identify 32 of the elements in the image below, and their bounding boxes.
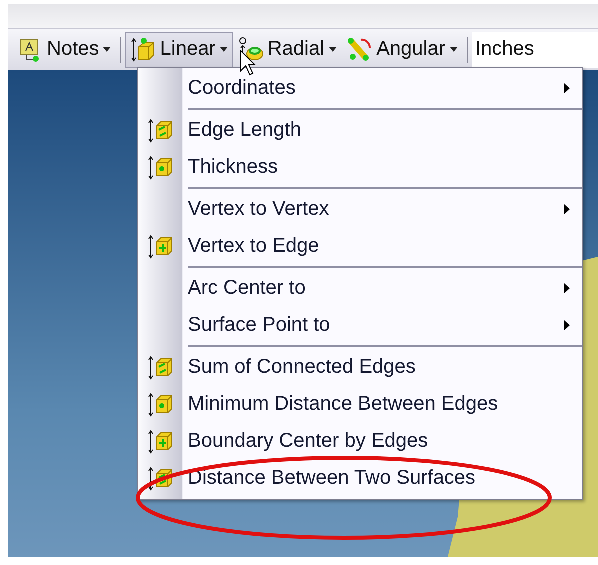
submenu-arrow-icon — [564, 204, 570, 215]
dimension-cube-icon — [147, 466, 175, 492]
caret-icon — [328, 47, 337, 52]
caret-icon — [220, 47, 228, 52]
units-field[interactable]: Inches — [472, 32, 598, 68]
dimension-cube-icon — [147, 234, 175, 260]
menu-item[interactable]: Vertex to Vertex — [138, 191, 582, 228]
submenu-arrow-icon — [564, 283, 570, 294]
dimension-cube-icon — [147, 118, 175, 144]
menu-item[interactable]: Coordinates — [138, 70, 582, 107]
submenu-arrow-icon — [564, 83, 570, 94]
dimension-cube-icon — [147, 354, 175, 380]
toolbar-dropdown-button[interactable]: Angular — [342, 32, 462, 68]
toolbar-dropdown-button[interactable]: Notes — [14, 32, 116, 68]
cube-icon — [130, 36, 156, 62]
menu-item[interactable]: Surface Point to — [138, 307, 582, 344]
menu-item[interactable]: Vertex to Edge — [138, 228, 582, 265]
menu-item[interactable]: Sum of Connected Edges — [138, 349, 582, 386]
submenu-arrow-icon — [564, 320, 570, 331]
toolbar-dropdown-button[interactable]: Linear — [125, 32, 233, 68]
caret-icon — [103, 47, 112, 52]
menu-item[interactable]: Minimum Distance Between Edges — [138, 386, 582, 423]
menu-item[interactable]: Thickness — [138, 149, 582, 186]
dimension-cube-icon — [147, 392, 175, 418]
menu-item[interactable]: Arc Center to — [138, 270, 582, 307]
dimension-cube-icon — [147, 154, 175, 180]
angle-icon — [346, 36, 373, 62]
menu-item[interactable]: Edge Length — [138, 112, 582, 149]
menu-item[interactable]: Distance Between Two Surfaces — [138, 460, 582, 497]
menu-item[interactable]: Boundary Center by Edges — [138, 423, 582, 460]
caret-icon — [450, 47, 458, 52]
dimension-cube-icon — [147, 428, 175, 454]
